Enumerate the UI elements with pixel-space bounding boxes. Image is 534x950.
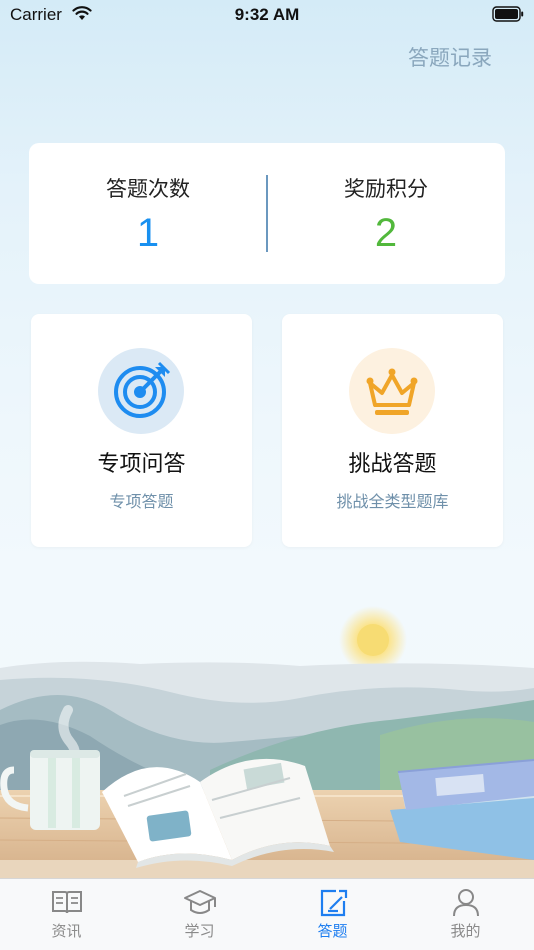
special-qa-title: 专项问答 [97, 452, 186, 477]
challenge-card[interactable]: 挑战答题 挑战全类型题库 [282, 314, 503, 547]
challenge-title: 挑战答题 [348, 452, 437, 477]
special-qa-card[interactable]: 专项问答 专项答题 [31, 314, 252, 547]
tab-mine-label: 我的 [450, 922, 481, 940]
reward-points-label: 奖励积分 [344, 177, 428, 201]
answer-count-label: 答题次数 [106, 177, 190, 201]
stats-card: 答题次数 1 奖励积分 2 [29, 143, 505, 284]
answer-count-value: 1 [136, 211, 160, 255]
special-qa-subtitle: 专项答题 [109, 492, 174, 511]
graduation-cap-icon [133, 887, 266, 917]
tab-bar: 资讯 学习 答题 我的 [0, 878, 534, 950]
answer-count-stat: 答题次数 1 [29, 173, 267, 256]
tab-study[interactable]: 学习 [133, 887, 266, 941]
crown-icon [349, 348, 435, 434]
challenge-subtitle: 挑战全类型题库 [336, 492, 449, 511]
answer-record-link[interactable]: 答题记录 [408, 42, 492, 72]
target-icon [98, 348, 184, 434]
status-bar: Carrier 9:32 AM [0, 0, 534, 30]
clock: 9:32 AM [234, 5, 300, 24]
scenery-illustration [0, 606, 534, 880]
tab-study-label: 学习 [184, 922, 215, 940]
tab-news[interactable]: 资讯 [0, 887, 133, 941]
tab-answer-label: 答题 [317, 922, 348, 940]
tab-answer[interactable]: 答题 [266, 887, 399, 941]
user-icon [399, 887, 532, 917]
reward-points-value: 2 [374, 211, 398, 255]
tab-mine[interactable]: 我的 [399, 887, 532, 941]
tab-news-label: 资讯 [51, 922, 82, 940]
battery-icon [492, 6, 524, 27]
edit-icon [266, 887, 399, 917]
reward-points-stat: 奖励积分 2 [267, 173, 505, 256]
book-icon [0, 887, 133, 917]
